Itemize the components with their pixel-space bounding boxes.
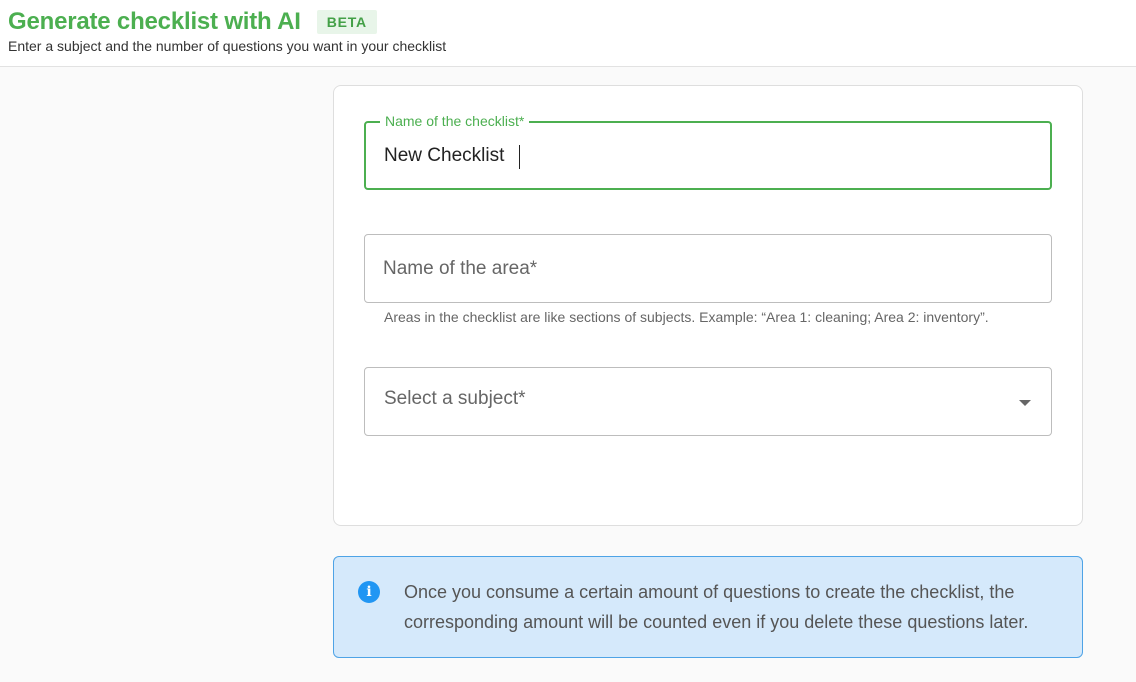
subject-select[interactable]: Select a subject* — [364, 367, 1052, 436]
text-caret — [519, 145, 520, 169]
info-icon: i — [358, 581, 380, 603]
info-alert-text: Once you consume a certain amount of que… — [404, 582, 1029, 632]
beta-badge: BETA — [316, 10, 377, 34]
area-name-field[interactable] — [364, 234, 1052, 303]
area-helper-text: Areas in the checklist are like sections… — [384, 309, 989, 325]
checklist-name-input[interactable] — [384, 123, 1024, 188]
info-alert: i Once you consume a certain amount of q… — [333, 556, 1083, 658]
page-header: Generate checklist with AI BETA Enter a … — [0, 0, 1136, 67]
title-row: Generate checklist with AI BETA — [8, 8, 377, 36]
checklist-name-field[interactable]: Name of the checklist* — [364, 113, 1052, 190]
area-name-input[interactable] — [383, 235, 1023, 302]
page-title: Generate checklist with AI — [8, 8, 301, 35]
checklist-form-card: Name of the checklist* Areas in the chec… — [333, 85, 1083, 526]
page-subtitle: Enter a subject and the number of questi… — [8, 38, 447, 54]
subject-select-placeholder: Select a subject* — [384, 388, 526, 409]
chevron-down-icon[interactable] — [1019, 400, 1031, 406]
